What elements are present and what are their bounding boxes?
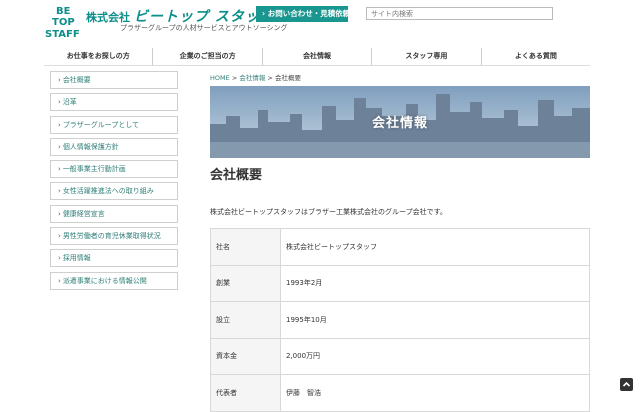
page-title: 会社概要	[210, 168, 263, 183]
svg-text:STAFF: STAFF	[45, 29, 80, 40]
breadcrumb-home[interactable]: HOME	[210, 74, 230, 82]
row-value: 2,000万円	[280, 337, 590, 375]
gnav-item[interactable]: 会社情報	[261, 48, 371, 65]
row-value: 1993年2月	[280, 264, 590, 302]
chevron-right-icon: ›	[58, 209, 61, 218]
sidebar-item-label: 派遣事業における情報公開	[62, 276, 147, 285]
sidebar-item[interactable]: › 採用情報	[50, 249, 178, 268]
sidebar-item[interactable]: › 派遣事業における情報公開	[50, 271, 178, 290]
sidebar: › 会社概要 › 沿革 › ブラザーグループとして › 個人情報保護方針 › 一般事業主行動計画 ›…	[50, 71, 178, 294]
sidebar-item[interactable]: › 沿革	[50, 93, 178, 112]
chevron-right-icon: ›	[58, 98, 61, 107]
page-top-button[interactable]	[620, 378, 633, 391]
table-row: 創業 1993年2月	[210, 264, 590, 302]
breadcrumb-current: 会社概要	[274, 74, 301, 82]
sidebar-item-label: 女性活躍推進法への取り組み	[62, 187, 154, 196]
sidebar-item-label: 健康経営宣言	[62, 209, 105, 218]
chevron-right-icon: ›	[58, 232, 61, 241]
sidebar-item-label: 一般事業主行動計画	[62, 165, 126, 174]
chevron-right-icon: ›	[58, 76, 61, 84]
row-label: 社名	[210, 228, 281, 266]
sidebar-item-label: 採用情報	[62, 254, 91, 263]
contact-label: お問い合わせ・見積依頼	[267, 9, 351, 18]
svg-text:BE: BE	[56, 6, 71, 17]
intro-text: 株式会社ビートップスタッフはブラザー工業株式会社のグループ会社です。	[210, 208, 447, 216]
site-search-input[interactable]	[366, 7, 553, 20]
breadcrumb-sep: >	[231, 74, 238, 82]
sidebar-item[interactable]: › 男性労働者の育児休業取得状況	[50, 227, 178, 246]
sidebar-item-label: 男性労働者の育児休業取得状況	[62, 232, 161, 241]
breadcrumb: HOME > 会社情報 > 会社概要	[210, 72, 301, 82]
contact-button[interactable]: › お問い合わせ・見積依頼	[256, 6, 351, 22]
row-label: 設立	[210, 301, 281, 339]
gnav-item[interactable]: お仕事をお探しの方	[44, 48, 152, 65]
gnav-item[interactable]: スタッフ専用	[371, 48, 480, 65]
chevron-right-icon: ›	[58, 276, 61, 285]
table-row: 設立 1995年10月	[210, 301, 590, 339]
svg-text:TOP: TOP	[52, 17, 75, 28]
row-value: 1995年10月	[280, 301, 590, 339]
sidebar-item[interactable]: › 個人情報保護方針	[50, 137, 178, 156]
row-value: 伊藤 智浩	[280, 374, 590, 412]
chevron-right-icon: ›	[58, 187, 61, 196]
sidebar-item[interactable]: › 一般事業主行動計画	[50, 160, 178, 179]
sidebar-item-label: 沿革	[62, 98, 77, 107]
row-label: 資本金	[210, 337, 281, 375]
logo[interactable]: BE TOP STAFF	[44, 4, 84, 40]
sidebar-item[interactable]: › 女性活躍推進法への取り組み	[50, 182, 178, 201]
hero-banner: 会社情報	[210, 86, 590, 158]
gnav-item[interactable]: よくある質問	[480, 48, 590, 65]
chevron-right-icon: ›	[58, 142, 61, 151]
nav-divider	[44, 65, 590, 66]
sidebar-item-label: 会社概要	[62, 76, 91, 84]
table-row: 資本金 2,000万円	[210, 337, 590, 375]
row-label: 創業	[210, 264, 281, 302]
company-info-table: 社名 株式会社ビートップスタッフ 創業 1993年2月 設立 1995年10月 資本金 2,0…	[210, 228, 590, 412]
table-row: 代表者 伊藤 智浩	[210, 374, 590, 412]
row-value: 株式会社ビートップスタッフ	[280, 228, 590, 266]
sidebar-item[interactable]: › ブラザーグループとして	[50, 115, 178, 134]
chevron-up-icon	[622, 381, 631, 387]
sidebar-item-label: ブラザーグループとして	[62, 120, 140, 129]
table-row: 社名 株式会社ビートップスタッフ	[210, 228, 590, 266]
sidebar-item[interactable]: › 会社概要	[50, 71, 178, 89]
row-label: 代表者	[210, 374, 281, 412]
site-header: BE TOP STAFF 株式会社 ビートップ スタッフ プラザーグループの人材…	[0, 0, 640, 46]
chevron-right-icon: ›	[262, 9, 266, 18]
sidebar-item[interactable]: › 健康経営宣言	[50, 204, 178, 223]
breadcrumb-parent[interactable]: 会社情報	[239, 74, 265, 82]
chevron-right-icon: ›	[58, 165, 61, 174]
chevron-right-icon: ›	[58, 254, 61, 263]
global-nav: お仕事をお探しの方 企業のご担当の方 会社情報 スタッフ専用 よくある質問	[44, 48, 590, 65]
sidebar-item-label: 個人情報保護方針	[62, 142, 119, 151]
banner-title: 会社情報	[371, 116, 428, 131]
tagline: プラザーグループの人材サービスとアウトソーシング	[120, 24, 288, 32]
breadcrumb-sep: >	[267, 74, 273, 82]
gnav-item[interactable]: 企業のご担当の方	[152, 48, 261, 65]
chevron-right-icon: ›	[58, 120, 61, 129]
